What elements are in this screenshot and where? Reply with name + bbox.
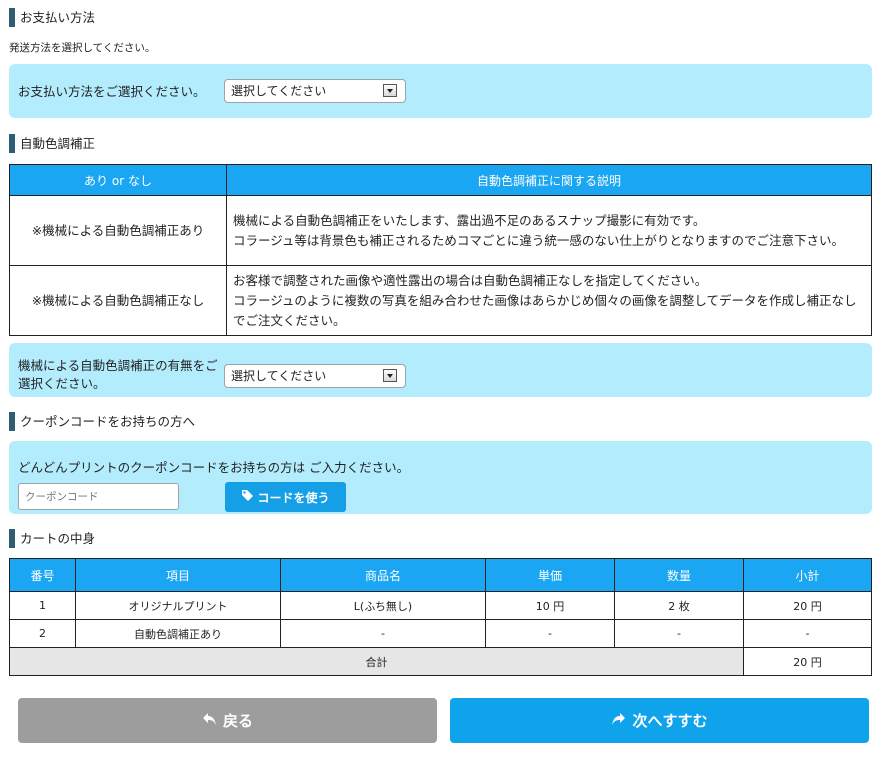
coupon-heading: クーポンコードをお持ちの方へ xyxy=(9,412,195,431)
cell-item: 自動色調補正あり xyxy=(75,619,281,648)
description-line: 機械による自動色調補正をいたします、露出過不足のあるスナップ撮影に有効です。 xyxy=(233,212,706,228)
correction-select-value: 選択してください xyxy=(231,369,327,383)
forward-arrow-icon xyxy=(611,712,626,730)
back-button[interactable]: 戻る xyxy=(18,698,437,743)
header-product: 商品名 xyxy=(280,558,486,592)
payment-heading: お支払い方法 xyxy=(9,8,95,27)
description-line: コラージュ等は背景色も補正されるためコマごとに違う統一感のない仕上がりとなります… xyxy=(233,232,845,248)
description-cell: お客様で調整された画像や適性露出の場合は自動色調補正なしを指定してください。 コ… xyxy=(226,265,872,336)
coupon-text: どんどんプリントのクーポンコードをお持ちの方は ご入力ください。 xyxy=(18,460,410,475)
cell-number: 2 xyxy=(9,619,76,648)
payment-select-value: 選択してください xyxy=(231,84,327,98)
use-coupon-button[interactable]: コードを使う xyxy=(225,482,346,512)
option-with-correction: ※機械による自動色調補正あり xyxy=(9,195,227,266)
cell-quantity: - xyxy=(614,619,744,648)
next-button[interactable]: 次へすすむ xyxy=(450,698,869,743)
header-item: 項目 xyxy=(75,558,281,592)
table-header-row: あり or なし 自動色調補正に関する説明 xyxy=(9,164,872,196)
cell-subtotal: - xyxy=(743,619,872,648)
chevron-down-icon xyxy=(383,84,397,97)
description-line: コラージュのように複数の写真を組み合わせた画像はあらかじめ個々の画像を調整してデ… xyxy=(233,292,857,328)
cell-product: - xyxy=(280,619,486,648)
use-coupon-label: コードを使う xyxy=(257,490,330,505)
header-quantity: 数量 xyxy=(614,558,744,592)
cart-heading: カートの中身 xyxy=(9,529,95,548)
header-description: 自動色調補正に関する説明 xyxy=(226,164,872,196)
table-row: 2 自動色調補正あり - - - - xyxy=(9,619,872,648)
total-row: 合計 20 円 xyxy=(9,647,872,676)
color-correction-heading: 自動色調補正 xyxy=(9,134,95,153)
table-row: ※機械による自動色調補正なし お客様で調整された画像や適性露出の場合は自動色調補… xyxy=(9,265,872,336)
cell-item: オリジナルプリント xyxy=(75,591,281,620)
correction-label: 機械による自動色調補正の有無をご選択ください。 xyxy=(18,358,218,391)
cell-subtotal: 20 円 xyxy=(743,591,872,620)
table-row: ※機械による自動色調補正あり 機械による自動色調補正をいたします、露出過不足のあ… xyxy=(9,195,872,266)
correction-select[interactable]: 選択してください xyxy=(224,364,406,388)
reply-arrow-icon xyxy=(202,712,217,730)
header-unit-price: 単価 xyxy=(485,558,615,592)
table-row: 1 オリジナルプリント L(ふち無し) 10 円 2 枚 20 円 xyxy=(9,591,872,620)
option-without-correction: ※機械による自動色調補正なし xyxy=(9,265,227,336)
description-line: お客様で調整された画像や適性露出の場合は自動色調補正なしを指定してください。 xyxy=(233,272,708,288)
correction-panel: 機械による自動色調補正の有無をご選択ください。 選択してください xyxy=(9,343,872,397)
tag-icon xyxy=(241,489,254,505)
color-correction-table: あり or なし 自動色調補正に関する説明 ※機械による自動色調補正あり 機械に… xyxy=(9,164,872,336)
payment-panel: お支払い方法をご選択ください。 選択してください xyxy=(9,64,872,118)
cell-unit-price: 10 円 xyxy=(485,591,615,620)
cart-table: 番号 項目 商品名 単価 数量 小計 1 オリジナルプリント L(ふち無し) 1… xyxy=(9,558,872,676)
cell-quantity: 2 枚 xyxy=(614,591,744,620)
shipping-note: 発送方法を選択してください。 xyxy=(9,42,156,54)
header-subtotal: 小計 xyxy=(743,558,872,592)
next-label: 次へすすむ xyxy=(632,712,708,730)
description-cell: 機械による自動色調補正をいたします、露出過不足のあるスナップ撮影に有効です。 コ… xyxy=(226,195,872,266)
header-option: あり or なし xyxy=(9,164,227,196)
back-label: 戻る xyxy=(222,712,253,730)
cell-number: 1 xyxy=(9,591,76,620)
total-value: 20 円 xyxy=(743,647,872,676)
payment-label: お支払い方法をご選択ください。 xyxy=(18,84,206,99)
payment-select[interactable]: 選択してください xyxy=(224,79,406,103)
coupon-input[interactable] xyxy=(18,483,179,510)
cell-product: L(ふち無し) xyxy=(280,591,486,620)
cart-header-row: 番号 項目 商品名 単価 数量 小計 xyxy=(9,558,872,592)
chevron-down-icon xyxy=(383,369,397,382)
total-label: 合計 xyxy=(9,647,744,676)
header-number: 番号 xyxy=(9,558,76,592)
cell-unit-price: - xyxy=(485,619,615,648)
